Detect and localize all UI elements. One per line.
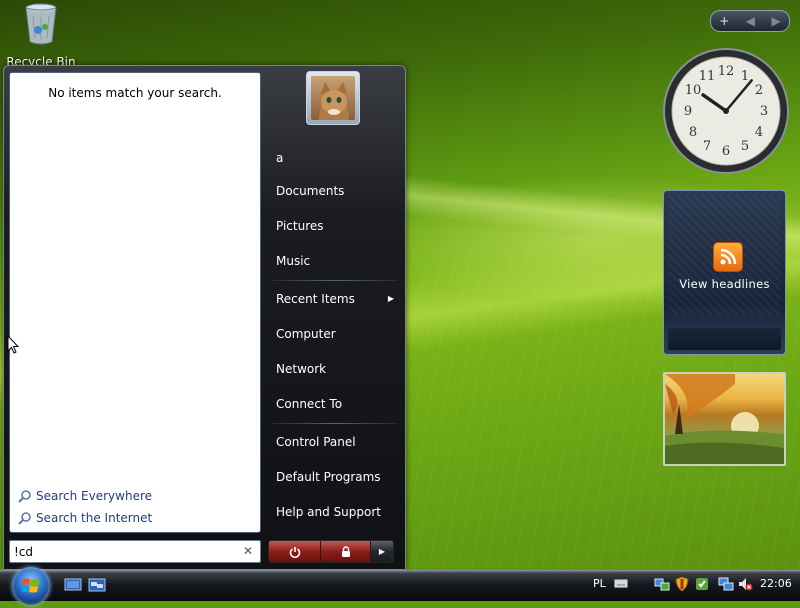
user-folder-link[interactable]: a bbox=[270, 143, 398, 173]
clock-numeral-12: 12 bbox=[718, 64, 735, 79]
recent-items-label: Recent Items bbox=[276, 292, 355, 306]
start-button[interactable] bbox=[12, 567, 50, 605]
add-gadget-button[interactable]: + bbox=[719, 14, 729, 28]
search-internet-link[interactable]: Search the Internet bbox=[18, 511, 152, 525]
submenu-arrow-icon: ▶ bbox=[387, 294, 394, 303]
power-controls: ▶ bbox=[268, 540, 394, 563]
user-picture[interactable] bbox=[306, 71, 360, 125]
clock-numeral-1: 1 bbox=[741, 69, 749, 84]
documents-link[interactable]: Documents bbox=[270, 176, 398, 206]
computer-link[interactable]: Computer bbox=[270, 319, 398, 349]
start-menu-results-pane: No items match your search. Search Every… bbox=[9, 72, 261, 533]
clock-numeral-9: 9 bbox=[684, 104, 692, 119]
show-desktop-icon[interactable] bbox=[64, 577, 82, 593]
view-headlines-link[interactable]: View headlines bbox=[664, 277, 785, 291]
windows-logo-icon bbox=[21, 578, 39, 593]
defender-icon[interactable] bbox=[694, 576, 710, 592]
clock-numeral-5: 5 bbox=[741, 139, 749, 154]
connect-to-link[interactable]: Connect To bbox=[270, 389, 398, 419]
search-everywhere-link[interactable]: Search Everywhere bbox=[18, 489, 152, 503]
previous-page-button[interactable]: ◀ bbox=[746, 14, 755, 28]
desktop-icon-recycle-bin[interactable]: Recycle Bin bbox=[6, 2, 76, 69]
clock-numeral-10: 10 bbox=[685, 83, 702, 98]
search-internet-label: Search the Internet bbox=[36, 511, 153, 525]
security-shield-icon[interactable] bbox=[674, 576, 690, 592]
shutdown-options-button[interactable]: ▶ bbox=[371, 541, 393, 562]
start-search-input[interactable] bbox=[14, 543, 234, 560]
lock-icon bbox=[341, 545, 350, 557]
pictures-link[interactable]: Pictures bbox=[270, 211, 398, 241]
default-programs-link[interactable]: Default Programs bbox=[270, 462, 398, 492]
clock-numeral-7: 7 bbox=[703, 139, 711, 154]
clock-numeral-8: 8 bbox=[689, 125, 697, 140]
music-link[interactable]: Music bbox=[270, 246, 398, 276]
mouse-cursor-icon bbox=[7, 335, 19, 354]
network-link[interactable]: Network bbox=[270, 354, 398, 384]
power-icon bbox=[289, 546, 300, 558]
volume-muted-icon[interactable] bbox=[737, 576, 753, 592]
control-panel-link[interactable]: Control Panel bbox=[270, 427, 398, 457]
search-everywhere-label: Search Everywhere bbox=[36, 489, 152, 503]
landscape-photo bbox=[665, 374, 784, 464]
start-menu: No items match your search. Search Every… bbox=[3, 65, 406, 570]
clock-numeral-11: 11 bbox=[699, 69, 716, 84]
recent-items-menu[interactable]: Recent Items ▶ bbox=[270, 284, 398, 314]
switch-windows-icon[interactable] bbox=[88, 577, 106, 593]
clock-numeral-4: 4 bbox=[755, 125, 763, 140]
lock-button[interactable] bbox=[321, 541, 371, 562]
recycle-bin-icon bbox=[25, 3, 57, 45]
clock-numeral-3: 3 bbox=[760, 104, 768, 119]
language-indicator[interactable]: PL bbox=[593, 577, 606, 590]
power-button[interactable] bbox=[269, 541, 321, 562]
clock-numeral-2: 2 bbox=[755, 83, 763, 98]
feed-bottom-bar bbox=[668, 328, 781, 350]
help-and-support-link[interactable]: Help and Support bbox=[270, 497, 398, 527]
search-icon bbox=[18, 512, 31, 525]
rss-icon bbox=[713, 242, 743, 272]
start-search-box[interactable]: ✕ bbox=[9, 540, 261, 563]
network-icon[interactable] bbox=[654, 576, 670, 592]
cat-avatar bbox=[311, 76, 355, 120]
sidebar-toolbar: + ◀ ▶ bbox=[710, 10, 790, 32]
menu-separator bbox=[272, 423, 398, 424]
feed-headlines-gadget[interactable]: View headlines bbox=[663, 190, 786, 355]
clock-numeral-6: 6 bbox=[722, 144, 730, 159]
search-clear-button[interactable]: ✕ bbox=[243, 544, 253, 558]
network-status-icon[interactable] bbox=[718, 576, 734, 592]
search-icon bbox=[18, 490, 31, 503]
slideshow-gadget[interactable] bbox=[663, 372, 786, 466]
no-results-message: No items match your search. bbox=[48, 86, 222, 100]
clock-gadget[interactable]: 12 1 2 3 4 5 6 7 8 9 10 11 bbox=[662, 47, 790, 175]
keyboard-icon[interactable] bbox=[614, 579, 628, 588]
menu-separator bbox=[272, 280, 398, 281]
next-page-button[interactable]: ▶ bbox=[772, 14, 781, 28]
taskbar-clock[interactable]: 22:06 bbox=[760, 577, 792, 590]
